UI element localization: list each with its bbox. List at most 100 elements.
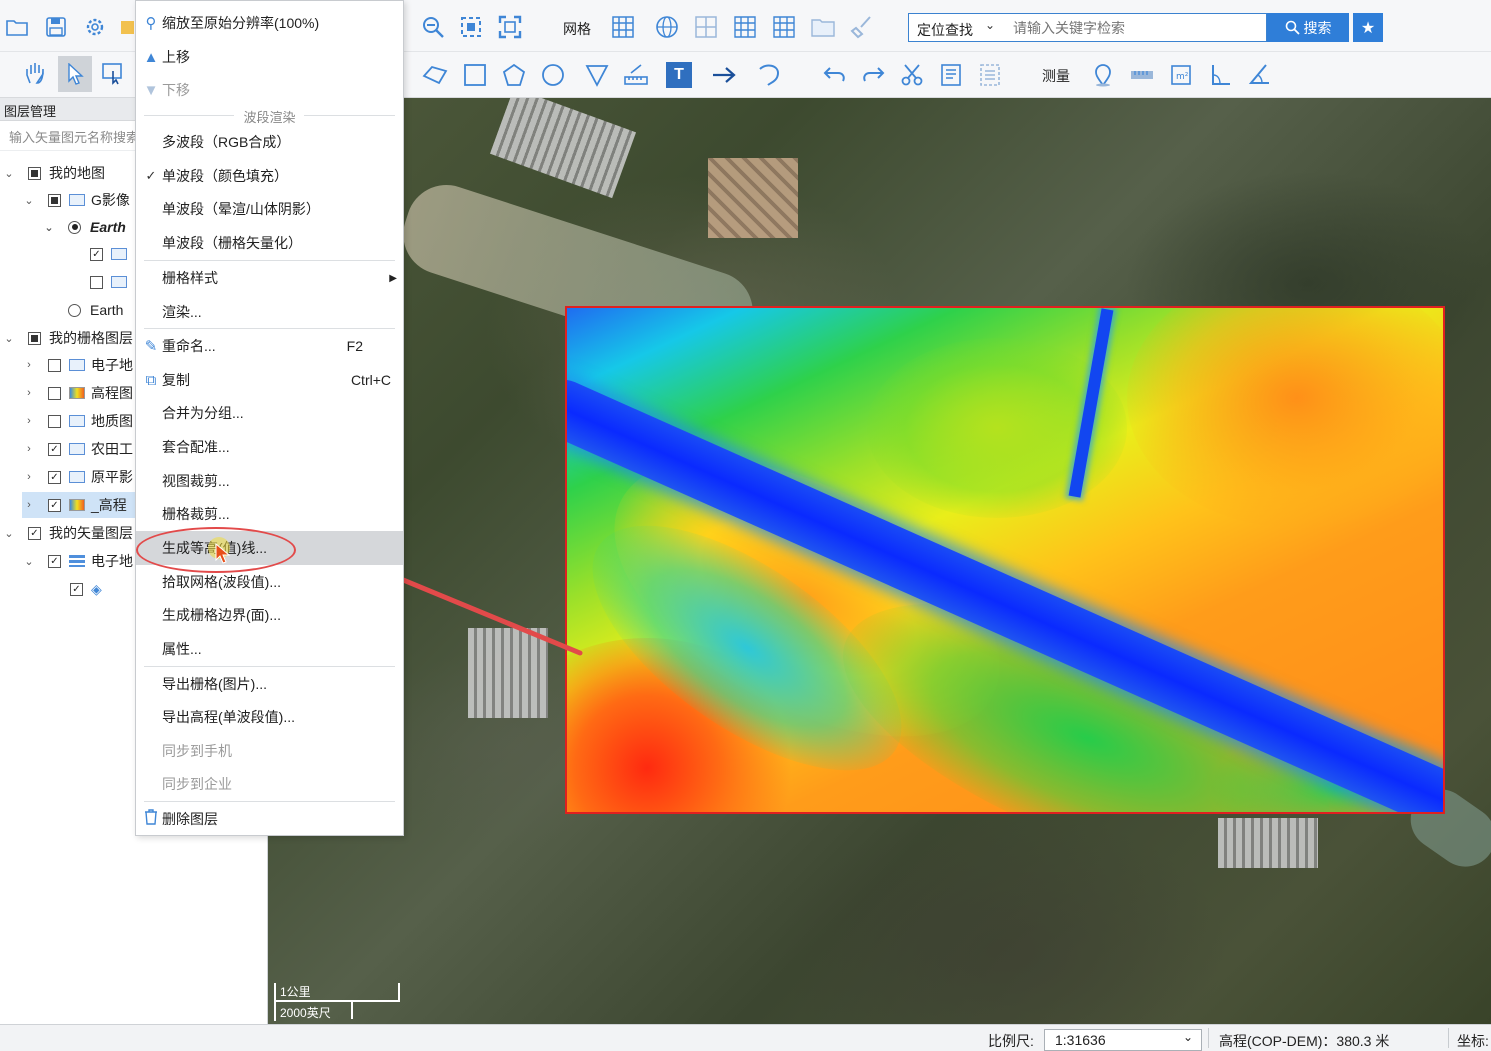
polyline-icon[interactable] [422,62,448,88]
full-extent-icon[interactable] [497,14,523,40]
measure-area-icon[interactable]: m² [1168,62,1194,88]
tree-row-raster-4[interactable]: › ✓ 农田工 [22,436,133,462]
menu-item-raster-clip[interactable]: 栅格裁剪... [136,497,403,531]
search-input[interactable] [1003,13,1267,42]
menu-item-raster-style[interactable]: 栅格样式 ▶ [136,261,403,295]
chevron-down-icon[interactable]: ⌄ [42,221,56,234]
search-type-select[interactable]: 定位查找 ⌄ [908,13,1004,42]
menu-item-pick-grid[interactable]: 拾取网格(波段值)... [136,565,403,599]
chevron-down-icon[interactable]: ⌄ [2,167,16,180]
polygon-icon[interactable] [501,62,527,88]
menu-item-export-image[interactable]: 导出栅格(图片)... [136,667,403,701]
attribute-table-icon[interactable] [977,62,1003,88]
dem-raster-overlay[interactable] [565,306,1445,814]
chevron-right-icon[interactable]: › [22,443,36,455]
tree-row-g-imagery[interactable]: ⌄ G影像 [22,187,130,213]
document-list-icon[interactable] [938,62,964,88]
nm-grid-icon[interactable] [732,14,758,40]
tree-row-raster-1[interactable]: › 电子地 [22,352,133,378]
clear-brush-icon[interactable] [849,14,875,40]
measure-label[interactable]: 测量 [1042,66,1070,86]
arrow-right-icon[interactable] [711,62,737,88]
select-box-icon[interactable] [100,60,126,86]
grid-label[interactable]: 网格 [563,19,591,39]
chevron-right-icon[interactable]: › [22,499,36,511]
latlng-grid-icon[interactable] [654,14,680,40]
tree-row-elevation-selected[interactable]: › ✓ _高程 [22,492,135,518]
layer-radio[interactable] [68,303,81,317]
menu-item-singleband-color[interactable]: ✓ 单波段（颜色填充） [136,159,403,193]
folder-yellow-icon[interactable] [120,14,134,40]
save-icon[interactable] [43,14,69,40]
chevron-right-icon[interactable]: › [22,415,36,427]
rectangle-icon[interactable] [462,62,488,88]
tree-row-earth[interactable]: Earth [68,297,123,323]
layer-checkbox[interactable] [48,193,61,207]
search-button[interactable]: 搜索 [1267,13,1349,42]
layer-checkbox[interactable] [90,275,103,289]
undo-icon[interactable] [822,62,848,88]
layer-checkbox[interactable] [48,358,61,372]
pan-hand-icon[interactable] [22,60,48,86]
km-grid-icon[interactable] [693,14,719,40]
measure-ruler-icon[interactable] [623,62,649,88]
menu-item-singleband-vectorize[interactable]: 单波段（栅格矢量化） [136,226,403,260]
menu-item-singleband-hillshade[interactable]: 单波段（晕渲/山体阴影） [136,192,403,226]
tree-row-my-raster[interactable]: ⌄ 我的栅格图层 [2,325,133,351]
tree-row-raster-5[interactable]: › ✓ 原平影 [22,464,133,490]
tree-row-raster-2[interactable]: › 高程图 [22,380,133,406]
layer-checkbox[interactable]: ✓ [48,442,61,456]
tree-row-my-vector[interactable]: ⌄ ✓ 我的矢量图层 [2,520,133,546]
layer-checkbox[interactable]: ✓ [90,247,103,261]
measure-angle-icon[interactable] [1246,62,1272,88]
chevron-down-icon[interactable]: ⌄ [2,527,16,540]
grid-icon[interactable] [610,14,636,40]
folder-image-icon[interactable] [810,14,836,40]
menu-item-merge-group[interactable]: 合并为分组... [136,396,403,430]
layer-checkbox[interactable] [28,331,41,345]
layer-checkbox[interactable]: ✓ [28,526,41,540]
location-pin-icon[interactable] [1090,62,1116,88]
cut-scissors-icon[interactable] [899,62,925,88]
layer-checkbox[interactable]: ✓ [48,554,61,568]
measure-height-icon[interactable] [1207,62,1233,88]
layer-checkbox[interactable]: ✓ [48,470,61,484]
menu-item-move-down[interactable]: ▼ 下移 [136,73,403,107]
layer-radio[interactable] [68,220,81,234]
open-folder-icon[interactable] [4,14,30,40]
menu-item-sync-enterprise[interactable]: 同步到企业 [136,767,403,801]
chevron-right-icon[interactable]: › [22,359,36,371]
circle-icon[interactable] [540,62,566,88]
menu-item-sync-phone[interactable]: 同步到手机 [136,734,403,768]
menu-item-raster-boundary[interactable]: 生成栅格边界(面)... [136,598,403,632]
chevron-right-icon[interactable]: › [22,387,36,399]
menu-item-render[interactable]: 渲染... [136,295,403,329]
menu-item-delete-layer[interactable]: 删除图层 [136,802,403,836]
measure-distance-icon[interactable] [1129,62,1155,88]
text-tool-icon[interactable]: T [666,62,692,88]
chevron-down-icon[interactable]: ⌄ [2,332,16,345]
chevron-right-icon[interactable]: › [22,471,36,483]
tree-row-vector-1[interactable]: ⌄ ✓ 电子地 [22,548,133,574]
zoom-out-icon[interactable] [420,14,446,40]
settings-icon[interactable] [82,14,108,40]
sector-icon[interactable] [584,62,610,88]
menu-item-multiband-rgb[interactable]: 多波段（RGB合成） [136,125,403,159]
menu-item-properties[interactable]: 属性... [136,632,403,666]
favorite-button[interactable]: ★ [1353,13,1383,42]
select-arrow-icon[interactable] [58,56,92,92]
tree-row-sublayer[interactable]: ✓ [90,241,133,267]
mgrs-grid-icon[interactable] [771,14,797,40]
menu-item-export-elevation[interactable]: 导出高程(单波段值)... [136,700,403,734]
layer-checkbox[interactable] [48,386,61,400]
menu-item-copy[interactable]: ⧉ 复制 Ctrl+C [136,363,403,397]
menu-item-rename[interactable]: ✎ 重命名... F2 [136,329,403,363]
layer-checkbox[interactable] [48,414,61,428]
redo-icon[interactable] [860,62,886,88]
tree-row-my-map[interactable]: ⌄ 我的地图 [2,160,105,186]
zoom-extent-icon[interactable] [458,14,484,40]
chevron-down-icon[interactable]: ⌄ [22,555,36,568]
curve-tool-icon[interactable] [757,62,783,88]
menu-item-registration[interactable]: 套合配准... [136,430,403,464]
tree-row-sublayer[interactable] [90,269,133,295]
